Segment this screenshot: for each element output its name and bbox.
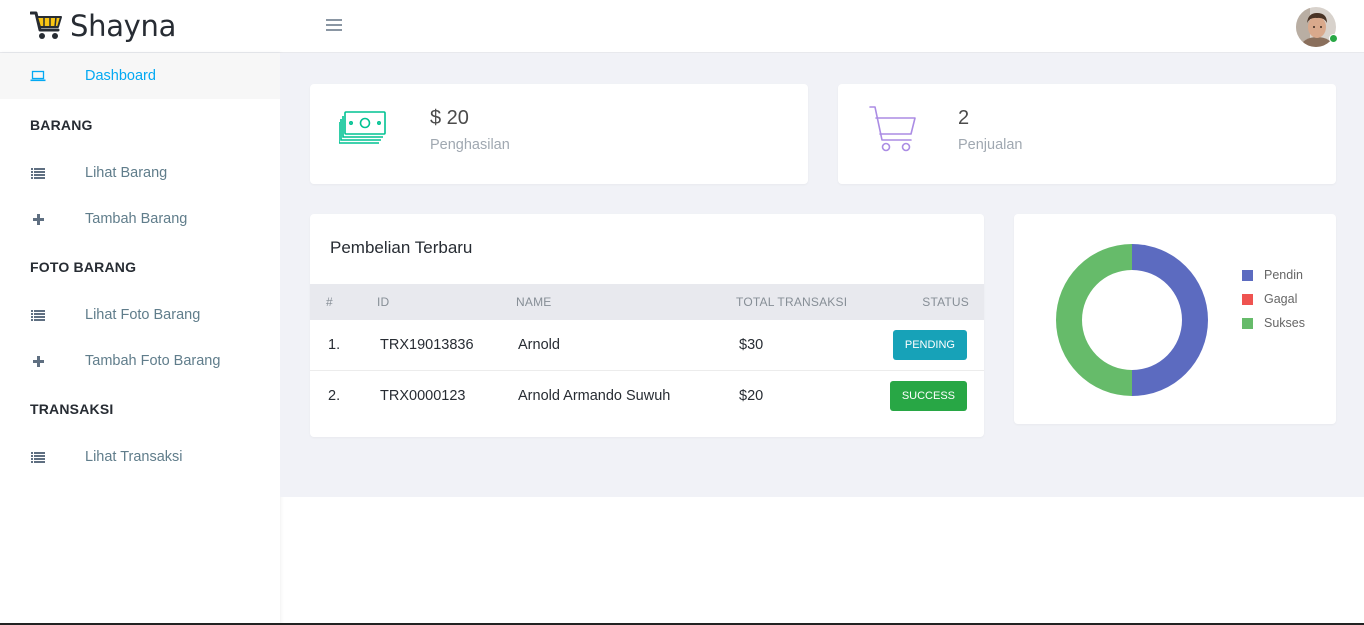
row-customer-name: Arnold Armando Suwuh xyxy=(518,388,671,404)
sales-value: 2 xyxy=(958,107,970,129)
recent-purchases-title: Pembelian Terbaru xyxy=(330,238,473,257)
column-header-name: NAME xyxy=(516,295,552,309)
brand-name: Shayna xyxy=(70,9,177,43)
sidebar-item-lihat-foto-barang[interactable]: Lihat Foto Barang xyxy=(0,292,280,338)
status-badge-success[interactable]: SUCCESS xyxy=(889,381,967,411)
legend-item-pending[interactable]: Pendin xyxy=(1242,263,1305,287)
sidebar-item-lihat-barang[interactable]: Lihat Barang xyxy=(0,150,280,196)
row-total: $30 xyxy=(739,337,764,353)
sidebar: Dashboard BARANG Lihat Barang Tambah Bar… xyxy=(0,53,280,625)
legend-item-success[interactable]: Sukses xyxy=(1242,311,1305,335)
sidebar-heading-transaksi: TRANSAKSI xyxy=(30,401,114,417)
sidebar-item-label: Dashboard xyxy=(85,68,156,84)
sidebar-heading-barang: BARANG xyxy=(30,117,93,133)
online-status-dot xyxy=(1329,34,1338,43)
main-content: $ 20 Penghasilan 2 Penjualan Pembelian T… xyxy=(280,53,1364,497)
cart-logo-icon xyxy=(30,11,62,39)
laptop-icon xyxy=(30,68,46,84)
legend-swatch xyxy=(1242,317,1253,329)
table-row: 1. TRX19013836 Arnold $30 PENDING xyxy=(310,320,984,371)
sidebar-item-tambah-foto-barang[interactable]: Tambah Foto Barang xyxy=(0,338,280,384)
brand-logo[interactable]: Shayna xyxy=(30,9,176,43)
sidebar-item-dashboard[interactable]: Dashboard xyxy=(0,53,280,99)
legend-swatch xyxy=(1242,293,1253,305)
sales-label: Penjualan xyxy=(958,137,1023,153)
column-header-id: ID xyxy=(377,295,390,309)
list-icon xyxy=(30,307,46,323)
column-header-total: TOTAL TRANSAKSI xyxy=(736,295,848,309)
income-stat-card: $ 20 Penghasilan xyxy=(310,84,808,184)
table-row: 2. TRX0000123 Arnold Armando Suwuh $20 S… xyxy=(310,371,984,422)
income-label: Penghasilan xyxy=(430,137,510,153)
status-chart-card: Pendin Gagal Sukses xyxy=(1014,214,1336,424)
row-number: 1. xyxy=(328,337,341,353)
sidebar-item-label: Lihat Transaksi xyxy=(85,449,183,465)
donut-slice-sukses[interactable] xyxy=(1056,244,1132,396)
column-header-number: # xyxy=(326,295,333,309)
income-value: $ 20 xyxy=(430,107,469,129)
top-header: Shayna xyxy=(0,0,1364,53)
legend-label: Sukses xyxy=(1264,316,1305,330)
sidebar-heading-foto-barang: FOTO BARANG xyxy=(30,259,137,275)
legend-label: Gagal xyxy=(1264,292,1298,306)
sales-stat-card: 2 Penjualan xyxy=(838,84,1336,184)
recent-purchases-card: Pembelian Terbaru # ID NAME TOTAL TRANSA… xyxy=(310,214,984,437)
list-icon xyxy=(30,449,46,465)
status-badge-pending[interactable]: PENDING xyxy=(892,330,967,360)
money-icon xyxy=(338,110,387,151)
sidebar-item-label: Lihat Barang xyxy=(85,165,168,181)
legend-label: Pendin xyxy=(1264,268,1303,282)
legend-swatch xyxy=(1242,269,1253,281)
row-total: $20 xyxy=(739,388,764,404)
status-donut-chart xyxy=(1056,244,1208,396)
donut-slice-pendin[interactable] xyxy=(1132,244,1208,396)
sidebar-item-lihat-transaksi[interactable]: Lihat Transaksi xyxy=(0,434,280,480)
chart-legend: Pendin Gagal Sukses xyxy=(1242,263,1305,335)
row-transaction-id: TRX19013836 xyxy=(380,337,474,353)
menu-toggle-icon[interactable] xyxy=(326,19,342,33)
plus-icon xyxy=(30,211,46,227)
row-transaction-id: TRX0000123 xyxy=(380,388,466,404)
column-header-status: STATUS xyxy=(922,295,969,309)
shopping-cart-icon xyxy=(869,106,917,157)
row-customer-name: Arnold xyxy=(518,337,560,353)
row-number: 2. xyxy=(328,388,341,404)
sidebar-item-label: Lihat Foto Barang xyxy=(85,307,201,323)
table-header: # ID NAME TOTAL TRANSAKSI STATUS xyxy=(310,284,984,320)
sidebar-item-tambah-barang[interactable]: Tambah Barang xyxy=(0,196,280,242)
legend-item-failed[interactable]: Gagal xyxy=(1242,287,1305,311)
sidebar-item-label: Tambah Foto Barang xyxy=(85,353,221,369)
list-icon xyxy=(30,165,46,181)
sidebar-item-label: Tambah Barang xyxy=(85,211,188,227)
plus-icon xyxy=(30,353,46,369)
